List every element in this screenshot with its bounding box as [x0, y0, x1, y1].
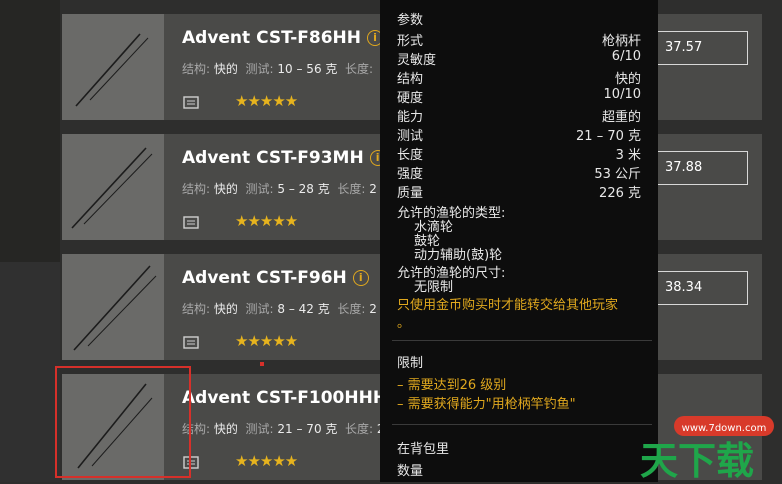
transfer-note: 只使用金币购买时才能转交给其他玩家: [397, 298, 619, 313]
quantity-label: 数量: [397, 464, 424, 479]
rating-stars: ★★★★★: [235, 332, 298, 350]
divider: [392, 340, 652, 341]
reel-size: 无限制: [414, 280, 454, 295]
limit-item: – 需要达到26 级别: [397, 378, 507, 393]
reel-icon: [183, 214, 199, 230]
param-row: 形式 枪柄杆: [397, 34, 641, 49]
rod-specs: 结构: 快的 测试: 5 – 28 克 长度: 2: [182, 182, 377, 196]
rod-thumbnail: [62, 14, 164, 120]
divider: [392, 424, 652, 425]
transfer-note-end: 。: [397, 316, 411, 331]
rod-thumbnail: [62, 254, 164, 360]
param-row: 硬度 10/10: [397, 87, 641, 106]
rod-thumbnail: [62, 134, 164, 240]
rod-specs: 结构: 快的 测试: 21 – 70 克 长度: 2: [182, 422, 385, 436]
rod-name: Advent CST-F100HHHi: [182, 388, 410, 408]
info-icon[interactable]: i: [352, 270, 369, 286]
marker-dot: [260, 362, 264, 366]
item-tooltip: 参数 形式 枪柄杆 灵敏度 6/10 结构 快的 硬度 10/10 能力 超重的 测试 21…: [380, 0, 658, 482]
param-row: 灵敏度 6/10: [397, 49, 641, 68]
rod-name: Advent CST-F86HH i: [182, 28, 383, 48]
in-bag-label: 在背包里: [397, 442, 450, 457]
param-row: 能力 超重的: [397, 110, 641, 125]
tooltip-section-limit: 限制: [397, 356, 424, 371]
selection-highlight: [55, 366, 191, 478]
reel-icon: [183, 94, 199, 110]
rod-name: Advent CST-F93MH i: [182, 148, 386, 168]
param-row: 结构 快的: [397, 72, 641, 87]
watermark-url: www.7down.com: [682, 423, 767, 434]
tooltip-section-params: 参数: [397, 13, 424, 28]
reel-icon: [183, 334, 199, 350]
watermark-logo: www.7down.com 天下载: [618, 400, 778, 483]
left-panel-strip: [0, 262, 60, 482]
limit-item: – 需要获得能力"用枪柄竿钓鱼": [397, 397, 576, 412]
price-value: 37.88: [665, 160, 703, 175]
rating-stars: ★★★★★: [235, 92, 298, 110]
rating-stars: ★★★★★: [235, 212, 298, 230]
rod-specs: 结构: 快的 测试: 8 – 42 克 长度: 2: [182, 302, 377, 316]
rod-name: Advent CST-F96H i: [182, 268, 369, 288]
param-row: 测试 21 – 70 克: [397, 129, 641, 144]
rod-specs: 结构: 快的 测试: 10 – 56 克 长度:: [182, 62, 374, 76]
reel-type: 动力辅助(鼓)轮: [414, 248, 503, 263]
watermark-text: 天下载: [640, 439, 754, 480]
price-value: 37.57: [665, 40, 703, 55]
param-row: 强度 53 公斤: [397, 167, 641, 182]
param-row: 长度 3 米: [397, 148, 641, 163]
param-row: 质量 226 克: [397, 186, 641, 201]
price-value: 38.34: [665, 280, 703, 295]
rating-stars: ★★★★★: [235, 452, 298, 470]
